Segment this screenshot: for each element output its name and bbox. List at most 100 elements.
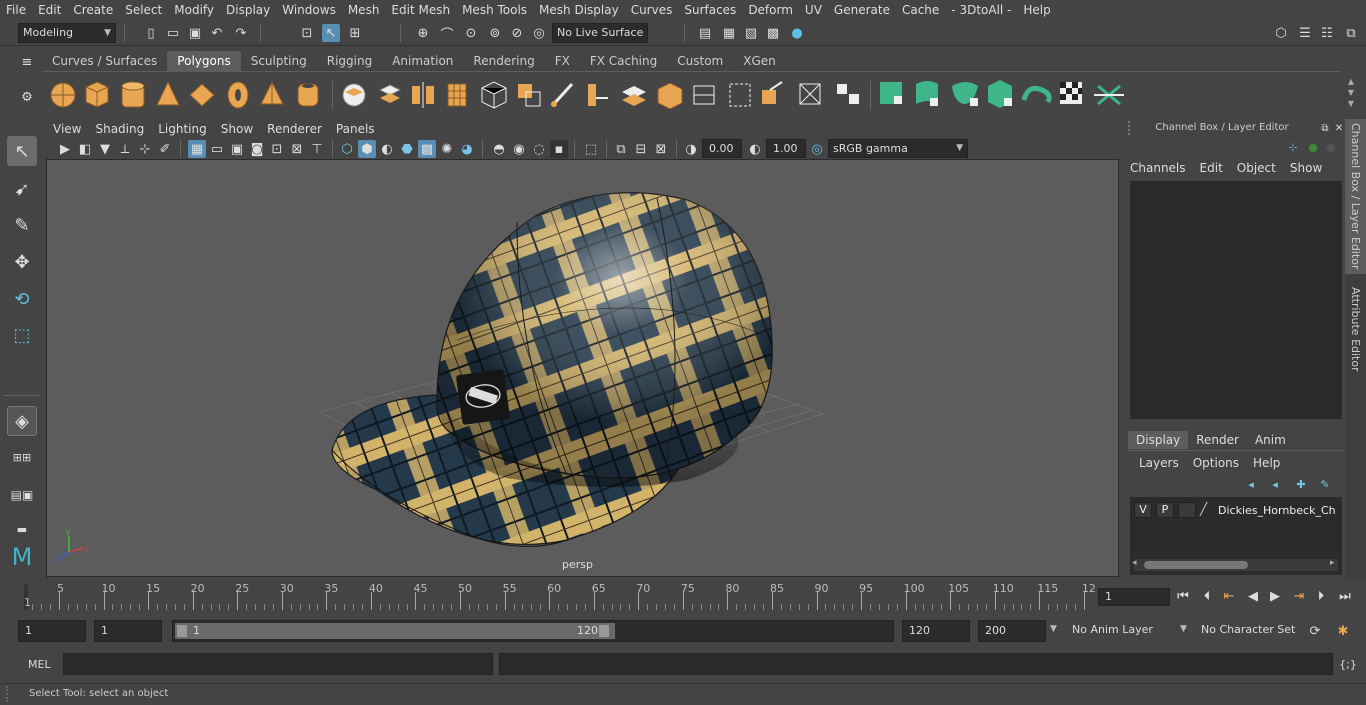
- snap-surface-icon[interactable]: ⊘: [508, 24, 526, 42]
- layer-visibility-toggle[interactable]: V: [1134, 502, 1152, 518]
- hypershade-icon[interactable]: ●: [788, 24, 806, 42]
- exposure-field[interactable]: 0.00: [702, 139, 742, 158]
- channel-toggle-icon[interactable]: ⧉: [1342, 24, 1360, 42]
- ipr-render-icon[interactable]: ▧: [742, 24, 760, 42]
- select-camera-icon[interactable]: ▶: [56, 140, 74, 158]
- menu-mesh-tools[interactable]: Mesh Tools: [456, 0, 533, 20]
- layer-row[interactable]: V P ╱ Dickies_Hornbeck_Che: [1134, 501, 1340, 519]
- single-perspective-layout-icon[interactable]: ◈: [7, 406, 37, 436]
- options-menu[interactable]: Options: [1193, 456, 1239, 470]
- step-forward-icon[interactable]: ⏵: [1312, 587, 1330, 605]
- attribute-toggle-icon[interactable]: ☷: [1318, 24, 1336, 42]
- new-scene-icon[interactable]: ▯: [142, 24, 160, 42]
- tab-render[interactable]: Render: [1188, 431, 1247, 449]
- use-all-lights-icon[interactable]: ✺: [438, 140, 456, 158]
- xray-joints-icon[interactable]: ⊟: [632, 140, 650, 158]
- animation-preferences-icon[interactable]: ✱: [1334, 622, 1352, 640]
- camera-attributes-icon[interactable]: ◧: [76, 140, 94, 158]
- combine-icon[interactable]: [342, 83, 366, 107]
- outliner-layout-icon[interactable]: ▤▣: [7, 480, 37, 510]
- exposure-icon[interactable]: ◑: [682, 140, 700, 158]
- depth-of-field-icon[interactable]: ▪: [550, 140, 568, 158]
- save-scene-icon[interactable]: ▣: [186, 24, 204, 42]
- film-gate-icon[interactable]: ✐: [156, 140, 174, 158]
- menu-surfaces[interactable]: Surfaces: [678, 0, 742, 20]
- perspective-viewport[interactable]: x y z persp: [46, 159, 1119, 577]
- uv-cylindrical-icon[interactable]: [916, 81, 938, 106]
- menu-curves[interactable]: Curves: [625, 0, 679, 20]
- tab-animation[interactable]: Animation: [382, 51, 463, 71]
- bevel-icon[interactable]: [622, 86, 646, 106]
- motion-blur-icon[interactable]: ◉: [510, 140, 528, 158]
- end-frame-field[interactable]: 200: [978, 620, 1046, 642]
- menu-select[interactable]: Select: [119, 0, 168, 20]
- tab-display[interactable]: Display: [1128, 431, 1189, 449]
- grid-icon[interactable]: ⊹: [136, 140, 154, 158]
- layer-name[interactable]: Dickies_Hornbeck_Che: [1218, 504, 1336, 517]
- safe-title-icon[interactable]: ⊤: [308, 140, 326, 158]
- mirror-icon[interactable]: [412, 82, 434, 108]
- uv-spherical-icon[interactable]: [952, 82, 978, 106]
- tab-attribute-editor[interactable]: Attribute Editor: [1345, 284, 1366, 374]
- default-material-icon[interactable]: ◐: [378, 140, 396, 158]
- extrude-icon[interactable]: [518, 84, 541, 107]
- uv-automatic-icon[interactable]: [988, 80, 1012, 108]
- new-layer-icon[interactable]: ✚: [1292, 475, 1310, 493]
- snap-point-icon[interactable]: ⊙: [462, 24, 480, 42]
- tab-anim[interactable]: Anim: [1247, 431, 1294, 449]
- menu-display[interactable]: Display: [220, 0, 276, 20]
- isolate-select-icon[interactable]: ⬚: [582, 140, 600, 158]
- uv-cut-sew-icon[interactable]: [1021, 85, 1052, 104]
- target-weld-icon[interactable]: [762, 81, 783, 104]
- layer-color-icon[interactable]: ╱: [1200, 502, 1214, 518]
- poly-plane-icon[interactable]: [189, 83, 215, 107]
- open-scene-icon[interactable]: ▭: [164, 24, 182, 42]
- new-layer-selected-icon[interactable]: ✎: [1316, 475, 1334, 493]
- lasso-tool-icon[interactable]: ➹: [7, 174, 37, 204]
- safe-action-icon[interactable]: ⊠: [288, 140, 306, 158]
- poly-torus-icon[interactable]: [227, 81, 249, 109]
- menu-mesh[interactable]: Mesh: [342, 0, 386, 20]
- step-back-key-icon[interactable]: ⇤: [1220, 587, 1238, 605]
- render-frame-icon[interactable]: ▦: [720, 24, 738, 42]
- graph-layout-icon[interactable]: ▬: [7, 514, 37, 544]
- shelf-scroll-arrows[interactable]: ▲ ▼ ▼: [1344, 76, 1358, 112]
- xray-icon[interactable]: ⧉: [612, 140, 630, 158]
- boolean-icon[interactable]: [657, 82, 683, 110]
- shelf-settings-icon[interactable]: ⚙: [18, 88, 36, 106]
- script-language-label[interactable]: MEL: [28, 658, 51, 671]
- mode-dropdown[interactable]: Modeling ▼: [18, 23, 116, 43]
- menu-mesh-display[interactable]: Mesh Display: [533, 0, 625, 20]
- chevron-down-icon[interactable]: ▼: [1180, 624, 1187, 634]
- bridge-icon[interactable]: [588, 84, 608, 106]
- uv-unfold-icon[interactable]: [1094, 84, 1124, 106]
- select-tool-icon[interactable]: ↖: [7, 136, 37, 166]
- go-to-end-icon[interactable]: ⏭: [1336, 587, 1354, 605]
- menu-deform[interactable]: Deform: [742, 0, 799, 20]
- bounding-box-icon[interactable]: [799, 83, 821, 105]
- outliner-toggle-icon[interactable]: ☰: [1296, 24, 1314, 42]
- go-to-start-icon[interactable]: ⏮: [1174, 587, 1192, 605]
- poly-cone-icon[interactable]: [156, 80, 180, 106]
- play-forward-icon[interactable]: ▶: [1266, 587, 1284, 605]
- color-management-icon[interactable]: ◎: [808, 140, 826, 158]
- step-forward-key-icon[interactable]: ⇥: [1290, 587, 1308, 605]
- menu-cache[interactable]: Cache: [896, 0, 945, 20]
- menu-create[interactable]: Create: [67, 0, 119, 20]
- remesh-icon[interactable]: [481, 81, 507, 109]
- snap-view-icon[interactable]: ⊚: [486, 24, 504, 42]
- poly-cube-icon[interactable]: [85, 81, 109, 108]
- channel-list[interactable]: [1130, 181, 1342, 419]
- separate-icon[interactable]: [378, 84, 402, 103]
- gamma-field[interactable]: 1.00: [766, 139, 806, 158]
- viewport-menu-renderer[interactable]: Renderer: [260, 119, 329, 139]
- menu-modify[interactable]: Modify: [168, 0, 220, 20]
- resolution-gate-icon[interactable]: ▣: [228, 140, 246, 158]
- smooth-icon[interactable]: [447, 83, 467, 107]
- edit-menu[interactable]: Edit: [1200, 161, 1223, 175]
- tab-rigging[interactable]: Rigging: [317, 51, 382, 71]
- menu-windows[interactable]: Windows: [276, 0, 342, 20]
- tab-fx[interactable]: FX: [545, 51, 580, 71]
- range-end-grip[interactable]: [599, 625, 609, 637]
- auto-key-icon[interactable]: ⟳: [1306, 622, 1324, 640]
